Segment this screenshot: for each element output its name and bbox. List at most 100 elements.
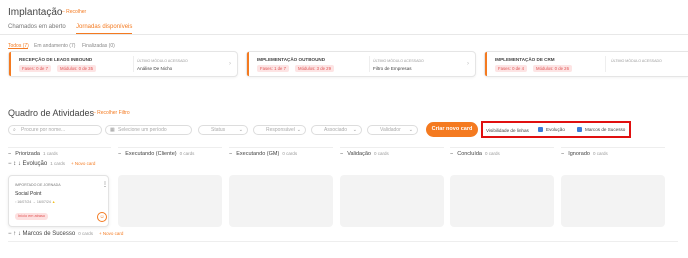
empty-column-area: [229, 175, 333, 227]
create-card-button[interactable]: Criar novo card: [426, 122, 478, 137]
collapse-link[interactable]: – Recolher: [62, 9, 86, 15]
journey-card[interactable]: IMPLEMENTAÇÃO OUTBOUND Fases: 1 de 7 Mód…: [246, 51, 476, 77]
column-label: Priorizada: [15, 151, 40, 157]
column-header-executando-cliente[interactable]: − Executando (Cliente) 0 cards: [118, 147, 222, 159]
collapse-icon[interactable]: −: [340, 151, 343, 157]
column-header-priorizada[interactable]: − Priorizada 1 cards: [8, 147, 111, 159]
column-header-executando-gm[interactable]: − Executando (GM) 0 cards: [229, 147, 333, 159]
subtab-finished[interactable]: Finalizadas (0): [82, 43, 115, 49]
validator-placeholder: Validador: [380, 127, 401, 133]
chevron-down-icon: ⌄: [352, 127, 357, 133]
journey-card[interactable]: RECEPÇÃO DE LEADS INBOUND Fases: 0 de 7 …: [8, 51, 238, 77]
journey-separator: [133, 56, 134, 72]
group-label: Evolução: [22, 161, 48, 167]
column-count: 0 cards: [485, 151, 500, 156]
associated-select[interactable]: Associado ⌄: [311, 125, 362, 135]
column-header-validacao[interactable]: − Validação 0 cards: [340, 147, 444, 159]
tab-available-journeys[interactable]: Jornadas disponíveis: [76, 24, 132, 30]
status-select[interactable]: Status ⌄: [198, 125, 248, 135]
new-card-button[interactable]: + Novo card: [99, 231, 123, 236]
group-label: Marcos de Sucesso: [22, 231, 76, 237]
column-count: 0 cards: [282, 151, 298, 156]
evolucao-checkbox[interactable]: [538, 127, 543, 132]
marcos-checkbox[interactable]: [577, 127, 582, 132]
period-placeholder: Selecione um período: [118, 127, 167, 133]
task-dates: ▫ 16/07/24 → 16/07/24 ▲: [15, 200, 55, 204]
column-label: Concluída: [457, 151, 482, 157]
board-title: Quadro de Atividades: [8, 108, 95, 118]
group-row-evolucao: − ↕ ↓ Evolução 1 cards + Novo card: [8, 161, 95, 167]
column-label: Validação: [347, 151, 371, 157]
column-label: Executando (Cliente): [125, 151, 177, 157]
group-divider: [8, 241, 678, 242]
arrow-right-icon: →: [32, 200, 36, 204]
modules-badge: Módulos: 3 de 29: [295, 65, 334, 72]
collapse-icon[interactable]: −: [450, 151, 453, 157]
last-module-value: Análise De Nicho: [137, 66, 173, 71]
delay-badge: Início em atraso: [15, 213, 49, 220]
journey-accent-bar: [247, 52, 249, 76]
new-card-button[interactable]: + Novo card: [71, 161, 95, 166]
column-header-ignorado[interactable]: − Ignorado 0 cards: [561, 147, 665, 159]
collapse-icon[interactable]: − ↕ ↓: [8, 161, 21, 167]
journey-name: RECEPÇÃO DE LEADS INBOUND: [19, 57, 93, 62]
empty-column-area: [118, 175, 222, 227]
column-label: Ignorado: [568, 151, 590, 157]
last-module-value: Filtro de Empresas: [373, 66, 412, 71]
chevron-down-icon: ⌄: [296, 127, 301, 133]
collapse-icon[interactable]: −: [229, 151, 232, 157]
journey-accent-bar: [485, 52, 487, 76]
period-picker[interactable]: ▦ Selecione um período: [105, 125, 192, 135]
journey-separator: [605, 56, 606, 72]
collapse-icon[interactable]: − ↑ ↓: [8, 231, 21, 237]
collapse-icon[interactable]: −: [8, 151, 11, 157]
column-header-concluida[interactable]: − Concluída 0 cards: [450, 147, 554, 159]
marcos-checkbox-label[interactable]: Marcos de Sucesso: [585, 127, 625, 132]
responsible-placeholder: Responsável: [266, 127, 295, 133]
column-count: 0 cards: [373, 151, 389, 156]
chevron-down-icon: ⌄: [238, 127, 243, 133]
tabs-divider: [0, 34, 688, 35]
collapse-icon[interactable]: −: [561, 151, 564, 157]
group-count: 0 cards: [78, 231, 93, 236]
journey-name: IMPLEMENTAÇÃO OUTBOUND: [257, 57, 326, 62]
status-placeholder: Status: [211, 127, 226, 133]
tab-open-tickets[interactable]: Chamados em aberto: [8, 24, 66, 30]
warning-icon: ▲: [51, 200, 56, 204]
subtab-in-progress[interactable]: Em andamento (7): [34, 43, 75, 49]
evolucao-checkbox-label[interactable]: Evolução: [546, 127, 565, 132]
task-card[interactable]: IMPORTADO DE JORNADA ⋮ Social Point ▫ 16…: [8, 175, 109, 227]
search-input[interactable]: ⌕ Procure por nome...: [8, 125, 102, 135]
modules-badge: Módulos: 0 de 35: [57, 65, 96, 72]
last-module-label: ÚLTIMO MÓDULO ACESSADO: [137, 59, 188, 63]
task-title: Social Point: [15, 191, 42, 197]
phases-badge: Fases: 1 de 7: [257, 65, 290, 72]
associated-placeholder: Associado: [324, 127, 348, 133]
journey-name: IMPLEMENTAÇÃO DE CRM: [495, 57, 555, 62]
responsible-select[interactable]: Responsável ⌄: [253, 125, 306, 135]
phases-badge: Fases: 0 de 7: [19, 65, 52, 72]
column-count: 0 cards: [592, 151, 608, 156]
empty-column-area: [450, 175, 554, 227]
more-options-icon[interactable]: ⋮: [102, 181, 108, 188]
search-icon: ⌕: [13, 127, 16, 133]
avatar-icon[interactable]: ☺: [97, 212, 107, 222]
journey-accent-bar: [9, 52, 11, 76]
journey-separator: [369, 56, 370, 72]
empty-column-area: [340, 175, 444, 227]
collapse-icon[interactable]: −: [118, 151, 121, 157]
task-end-date: 16/07/24: [36, 200, 51, 204]
search-placeholder: Procure por nome...: [21, 127, 66, 133]
last-module-label: ÚLTIMO MÓDULO ACESSADO: [611, 59, 662, 63]
collapse-filter-link[interactable]: – Recolher Filtro: [93, 110, 130, 116]
last-module-label: ÚLTIMO MÓDULO ACESSADO: [373, 59, 424, 63]
empty-column-area: [561, 175, 665, 227]
validator-select[interactable]: Validador ⌄: [367, 125, 418, 135]
task-start-date: 16/07/24: [17, 200, 32, 204]
chevron-right-icon: ›: [467, 61, 469, 67]
calendar-icon: ▦: [110, 127, 115, 133]
journey-card[interactable]: IMPLEMENTAÇÃO DE CRM Fases: 0 de 4 Módul…: [484, 51, 688, 77]
task-category: IMPORTADO DE JORNADA: [15, 183, 61, 187]
chevron-down-icon: ⌄: [408, 127, 413, 133]
active-subtab-indicator: [8, 48, 28, 49]
